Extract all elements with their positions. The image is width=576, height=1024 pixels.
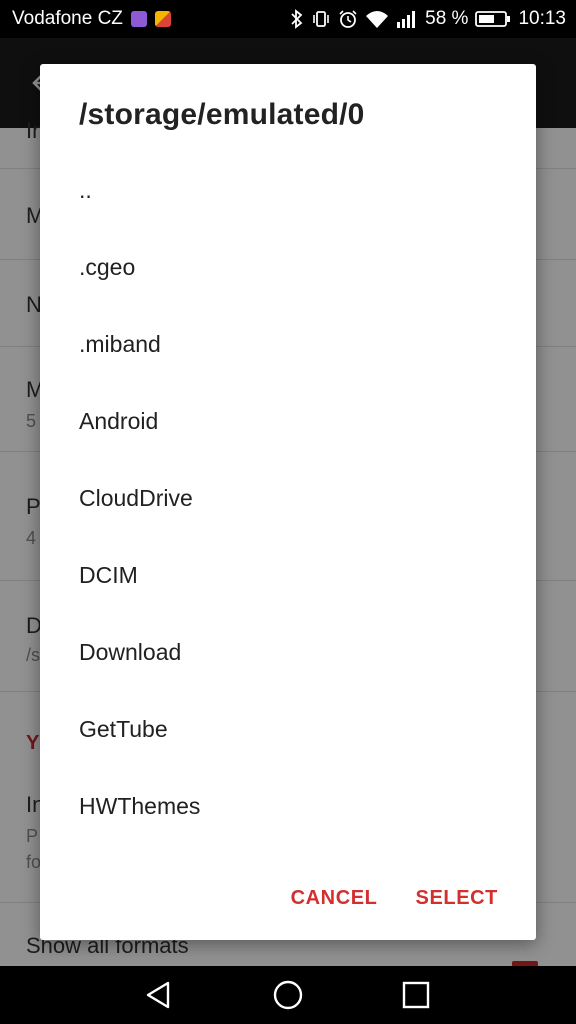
app-notification-icon (154, 11, 171, 27)
bluetooth-icon (291, 9, 303, 29)
wifi-icon (366, 11, 389, 28)
alarm-icon (339, 10, 357, 28)
carrier-name: Vodafone CZ (12, 8, 123, 29)
dialog-title: /storage/emulated/0 (79, 98, 365, 131)
list-item[interactable]: Download (40, 614, 536, 691)
folder-picker-dialog: /storage/emulated/0 .. .cgeo .miband And… (40, 64, 536, 940)
list-item[interactable]: .miband (40, 306, 536, 383)
gallery-notification-icon (130, 11, 147, 27)
select-button[interactable]: SELECT (416, 887, 499, 910)
navigation-bar (0, 966, 576, 1024)
dialog-actions: CANCEL SELECT (291, 887, 498, 910)
status-bar: Vodafone CZ 58 % 10:13 (0, 0, 576, 38)
list-item[interactable]: .. (40, 152, 536, 229)
list-item[interactable]: GetTube (40, 691, 536, 768)
list-item[interactable]: Android (40, 383, 536, 460)
list-item[interactable]: HWThemes (40, 768, 536, 845)
signal-icon (397, 11, 416, 28)
cancel-button[interactable]: CANCEL (291, 887, 378, 910)
list-item[interactable]: .cgeo (40, 229, 536, 306)
vibrate-icon (313, 11, 329, 27)
folder-list: .. .cgeo .miband Android CloudDrive DCIM… (40, 152, 536, 845)
back-icon[interactable] (141, 978, 175, 1012)
clock: 10:13 (518, 8, 566, 29)
list-item[interactable]: CloudDrive (40, 460, 536, 537)
recents-icon[interactable] (399, 978, 433, 1012)
battery-percent: 58 % (425, 8, 469, 29)
list-item[interactable]: DCIM (40, 537, 536, 614)
home-icon[interactable] (271, 978, 305, 1012)
battery-icon (475, 11, 511, 27)
